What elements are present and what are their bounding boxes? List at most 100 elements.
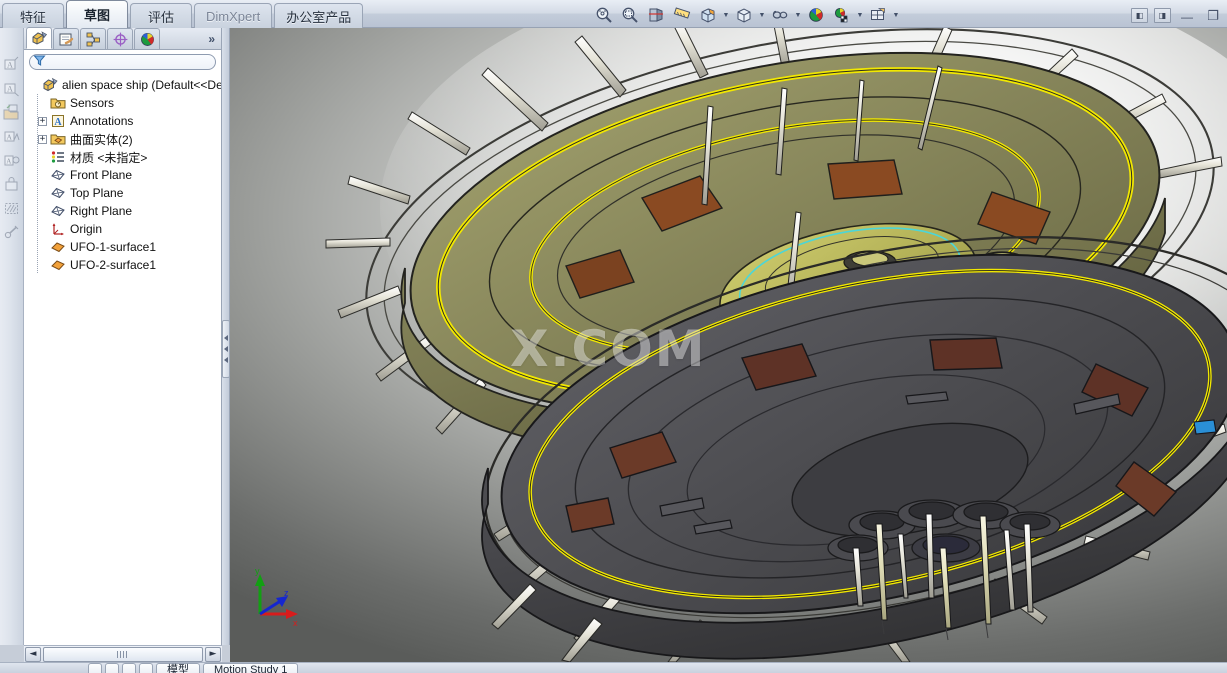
tree-guide-line	[37, 238, 38, 256]
surface-finish-icon[interactable]: A	[0, 124, 22, 148]
model-items-icon[interactable]	[0, 100, 22, 124]
doc-tab-nav-first[interactable]	[88, 663, 102, 673]
balloon-icon[interactable]: A	[0, 76, 22, 100]
hide-show-items-icon[interactable]	[768, 4, 792, 26]
tab-office-products[interactable]: 办公室产品	[274, 3, 364, 28]
tab-dimxpert[interactable]: DimXpert	[194, 3, 273, 28]
tree-expander[interactable]: +	[38, 116, 47, 126]
pin-left-button[interactable]: ◧	[1131, 7, 1148, 23]
svg-text:A: A	[6, 157, 11, 165]
pin-left-icon: ◧	[1135, 10, 1144, 20]
scroll-right-button[interactable]: ►	[205, 646, 221, 662]
view-settings-caret-icon[interactable]: ▼	[856, 4, 864, 26]
tab-evaluate-label: 评估	[147, 9, 174, 25]
origin-icon	[50, 221, 66, 237]
area-hatch-icon[interactable]	[0, 196, 22, 220]
top-bar: 特征 草图 评估 DimXpert 办公室产品 ▼ ▼ ▼ ▼ ▼ ◧ ◨ — …	[0, 0, 1227, 28]
doc-tab-model[interactable]: 模型	[156, 663, 200, 673]
plane-icon	[50, 185, 66, 201]
configuration-manager-tab[interactable]	[80, 28, 106, 49]
view-orientation-icon[interactable]	[696, 4, 720, 26]
view-orientation-caret-icon[interactable]: ▼	[722, 4, 730, 26]
tree-item-origin[interactable]: Origin	[28, 220, 221, 238]
scroll-left-button[interactable]: ◄	[25, 646, 41, 662]
tree-item-right-plane[interactable]: Right Plane	[28, 202, 221, 220]
panel-splitter-handle[interactable]	[222, 320, 230, 378]
tree-item-label: Origin	[70, 222, 103, 236]
pin-right-button[interactable]: ◨	[1154, 7, 1171, 23]
tree-item-ufo-1-surface1[interactable]: UFO-1-surface1	[28, 238, 221, 256]
tree-guide-line	[37, 184, 38, 202]
apply-scene-icon[interactable]	[804, 4, 828, 26]
zoom-to-area-icon[interactable]	[618, 4, 642, 26]
tree-item-sensors[interactable]: Sensors	[28, 94, 221, 112]
tree-expander[interactable]: +	[38, 134, 47, 144]
tree-filter-input[interactable]	[46, 56, 196, 68]
tree-item-label: alien space ship (Default<<Default	[62, 78, 221, 92]
dimxpert-manager-tab[interactable]	[107, 28, 133, 49]
tree-item-label: 材质 <未指定>	[70, 150, 148, 165]
view-settings-icon[interactable]	[830, 4, 854, 26]
tab-evaluate[interactable]: 评估	[130, 3, 192, 28]
tree-guide-line	[37, 130, 38, 148]
triad-z-label: z	[284, 588, 289, 598]
feature-manager-more-button[interactable]: »	[208, 29, 221, 49]
viewport-icon[interactable]	[866, 4, 890, 26]
sensors-folder-icon	[50, 95, 66, 111]
tab-features[interactable]: 特征	[2, 3, 64, 28]
tree-filter-box[interactable]	[29, 54, 216, 70]
svg-text:A: A	[7, 84, 13, 93]
window-buttons: ◧ ◨ — ❐	[1131, 3, 1223, 27]
tree-item-front-plane[interactable]: Front Plane	[28, 166, 221, 184]
doc-tab-motion-study[interactable]: Motion Study 1	[203, 663, 299, 673]
doc-tab-nav-last[interactable]	[139, 663, 153, 673]
tree-item-surface-bodies[interactable]: + 曲面实体(2)	[28, 130, 221, 148]
tree-guide-line	[37, 166, 38, 184]
feature-tree-scrollbar[interactable]: ◄ ►	[24, 645, 222, 662]
minimize-button[interactable]: —	[1177, 6, 1197, 24]
tree-item-top-plane[interactable]: Top Plane	[28, 184, 221, 202]
ufo-model-render	[325, 28, 1227, 662]
tab-sketch-label: 草图	[83, 8, 110, 23]
coordinate-triad: y x z	[255, 566, 298, 628]
tab-office-products-label: 办公室产品	[286, 9, 352, 25]
measure-icon[interactable]	[670, 4, 694, 26]
section-view-icon[interactable]	[644, 4, 668, 26]
tree-item-annotations[interactable]: + A Annotations	[28, 112, 221, 130]
zoom-to-fit-icon[interactable]	[592, 4, 616, 26]
display-style-icon[interactable]	[732, 4, 756, 26]
display-style-caret-icon[interactable]: ▼	[758, 4, 766, 26]
dimxpert-icon[interactable]	[0, 220, 22, 244]
feature-manager-tab[interactable]	[26, 27, 52, 49]
restore-button[interactable]: ❐	[1203, 6, 1223, 24]
tree-guide-line	[37, 220, 38, 238]
restore-icon: ❐	[1207, 8, 1219, 23]
weld-symbol-icon[interactable]: A	[0, 148, 22, 172]
graphics-area[interactable]: X.COM y x z	[230, 28, 1227, 662]
tree-item-label: Right Plane	[70, 204, 133, 218]
part-icon	[42, 77, 58, 93]
imported-surface-icon	[50, 239, 66, 255]
scroll-thumb[interactable]	[43, 646, 203, 662]
view-toolbar: ▼ ▼ ▼ ▼ ▼	[592, 3, 900, 27]
tree-item-ufo-2-surface1[interactable]: UFO-2-surface1	[28, 256, 221, 274]
plane-icon	[50, 167, 66, 183]
tree-guide-line	[37, 112, 38, 130]
tree-item-label: Sensors	[70, 96, 115, 110]
panel-splitter[interactable]	[222, 28, 230, 645]
tree-item-material[interactable]: 材质 <未指定>	[28, 148, 221, 166]
display-manager-tab[interactable]	[134, 28, 160, 49]
hide-show-items-caret-icon[interactable]: ▼	[794, 4, 802, 26]
viewport-caret-icon[interactable]: ▼	[892, 4, 900, 26]
block-icon[interactable]	[0, 172, 22, 196]
property-manager-tab[interactable]	[53, 28, 79, 49]
doc-tab-nav-next[interactable]	[122, 663, 136, 673]
tree-item-label: Top Plane	[70, 186, 124, 200]
tab-sketch[interactable]: 草图	[66, 0, 128, 28]
note-icon[interactable]: A	[0, 52, 22, 76]
scroll-grip-icon	[117, 650, 129, 658]
doc-tab-nav-prev[interactable]	[105, 663, 119, 673]
svg-text:A: A	[7, 60, 13, 69]
triad-x-label: x	[293, 618, 298, 628]
tree-item-part[interactable]: alien space ship (Default<<Default	[28, 76, 221, 94]
